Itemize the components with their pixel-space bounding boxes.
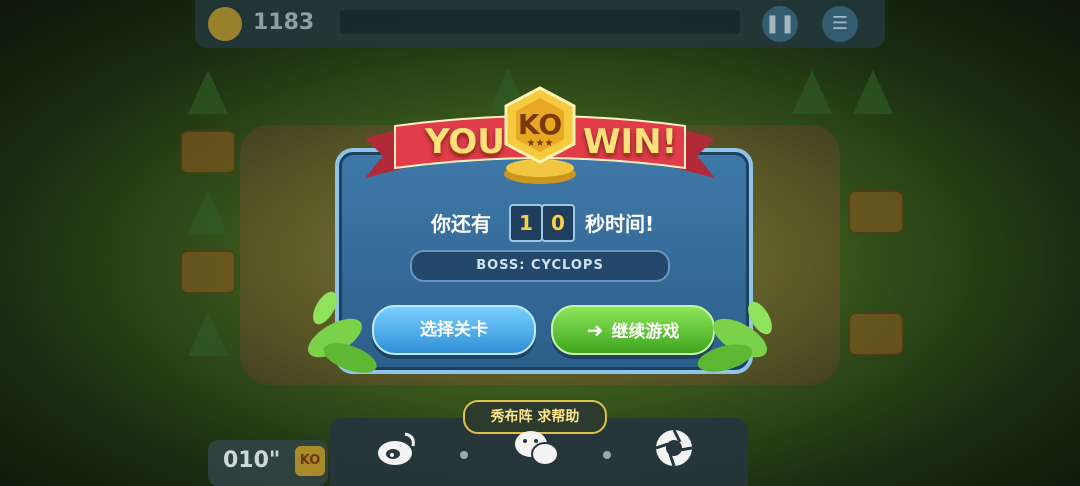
boss-name-bar: BOSS: CYCLOPS	[410, 250, 670, 282]
camera-aperture-icon[interactable]	[650, 428, 698, 476]
separator-dot	[460, 451, 468, 459]
coin-count: 1183	[253, 10, 315, 35]
treasure-chest[interactable]	[848, 312, 904, 356]
treasure-chest[interactable]	[848, 190, 904, 234]
pause-button[interactable]: ❚❚	[762, 6, 798, 42]
pause-icon: ❚❚	[764, 13, 796, 34]
separator-dot	[603, 451, 611, 459]
select-level-button[interactable]: 选择关卡	[372, 305, 536, 355]
elapsed-time: 010"	[223, 448, 281, 473]
tree-decoration	[792, 70, 832, 114]
treasure-chest[interactable]	[180, 250, 236, 294]
ko-badge-text: KO	[517, 108, 563, 141]
select-level-label: 选择关卡	[420, 320, 488, 340]
menu-button[interactable]: ☰	[822, 6, 858, 42]
timer-digit: 0	[541, 204, 575, 242]
tree-decoration	[188, 312, 228, 356]
continue-label: 继续游戏	[611, 322, 680, 342]
tree-decoration	[853, 70, 893, 114]
timer-digit: 1	[509, 204, 543, 242]
wechat-icon[interactable]	[513, 428, 561, 476]
leaves-decoration	[308, 291, 377, 373]
wave-progress-bar	[340, 10, 740, 34]
tree-decoration	[188, 190, 228, 234]
treasure-chest[interactable]	[180, 130, 236, 174]
ko-small-badge: KO	[295, 446, 325, 476]
leaves-decoration	[697, 301, 772, 372]
timer-suffix: 秒时间!	[585, 212, 655, 236]
timer-prefix: 你还有	[431, 212, 491, 236]
ribbon-you-text: YOU	[425, 122, 505, 162]
weibo-icon[interactable]	[373, 428, 421, 476]
ribbon-win-text: WIN!	[583, 122, 678, 162]
carrot-coin-icon	[208, 7, 242, 41]
tree-decoration	[188, 70, 228, 114]
menu-icon: ☰	[831, 13, 849, 34]
arrow-right-icon: ➜	[586, 318, 604, 342]
